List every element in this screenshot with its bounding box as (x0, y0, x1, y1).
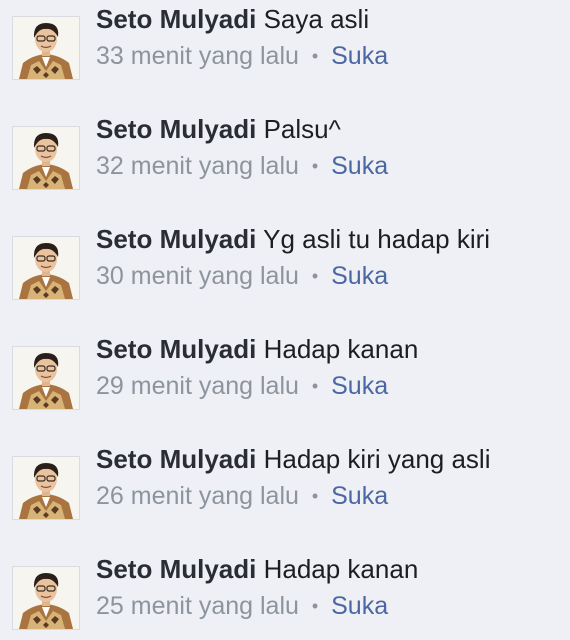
profile-photo-icon (13, 457, 79, 519)
comment-timestamp[interactable]: 25 menit yang lalu (96, 592, 299, 620)
comment-author-link[interactable]: Seto Mulyadi (96, 444, 256, 474)
comment-text-line: Seto Mulyadi Saya asli (96, 0, 562, 38)
comment-author-link[interactable]: Seto Mulyadi (96, 4, 256, 34)
comment-message: Hadap kiri yang asli (263, 444, 491, 474)
meta-separator: • (311, 376, 319, 396)
profile-photo-icon (13, 17, 79, 79)
comment-meta: 30 menit yang lalu • Suka (96, 259, 562, 293)
comment-body: Seto Mulyadi Yg asli tu hadap kiri 30 me… (96, 220, 562, 293)
comment-text-line: Seto Mulyadi Palsu^ (96, 110, 562, 148)
meta-separator: • (311, 266, 319, 286)
comment-message: Hadap kanan (263, 334, 419, 364)
avatar[interactable] (12, 126, 80, 190)
comment-author-link[interactable]: Seto Mulyadi (96, 334, 256, 364)
comment-item: Seto Mulyadi Palsu^ 32 menit yang lalu •… (0, 90, 570, 200)
comment-meta: 33 menit yang lalu • Suka (96, 39, 562, 73)
comment-author-link[interactable]: Seto Mulyadi (96, 224, 256, 254)
comment-item: Seto Mulyadi Saya asli 33 menit yang lal… (0, 0, 570, 90)
comment-meta: 29 menit yang lalu • Suka (96, 369, 562, 403)
comment-text-line: Seto Mulyadi Yg asli tu hadap kiri (96, 220, 562, 258)
comment-text-line: Seto Mulyadi Hadap kanan (96, 550, 562, 588)
comment-text-line: Seto Mulyadi Hadap kiri yang asli (96, 440, 562, 478)
meta-separator: • (311, 46, 319, 66)
comment-meta: 26 menit yang lalu • Suka (96, 479, 562, 513)
comment-meta: 32 menit yang lalu • Suka (96, 149, 562, 183)
meta-separator: • (311, 596, 319, 616)
comment-item: Seto Mulyadi Hadap kanan 25 menit yang l… (0, 530, 570, 640)
comment-message: Yg asli tu hadap kiri (263, 224, 491, 254)
avatar[interactable] (12, 456, 80, 520)
like-link[interactable]: Suka (331, 152, 388, 180)
like-link[interactable]: Suka (331, 592, 388, 620)
comment-meta: 25 menit yang lalu • Suka (96, 589, 562, 623)
comment-message: Saya asli (263, 4, 370, 34)
comment-body: Seto Mulyadi Hadap kiri yang asli 26 men… (96, 440, 562, 513)
comment-body: Seto Mulyadi Palsu^ 32 menit yang lalu •… (96, 110, 562, 183)
profile-photo-icon (13, 347, 79, 409)
avatar[interactable] (12, 236, 80, 300)
profile-photo-icon (13, 567, 79, 629)
meta-separator: • (311, 486, 319, 506)
avatar[interactable] (12, 346, 80, 410)
comment-item: Seto Mulyadi Hadap kiri yang asli 26 men… (0, 420, 570, 530)
comment-author-link[interactable]: Seto Mulyadi (96, 554, 256, 584)
comment-body: Seto Mulyadi Hadap kanan 29 menit yang l… (96, 330, 562, 403)
comment-message: Palsu^ (263, 114, 341, 144)
comment-text-line: Seto Mulyadi Hadap kanan (96, 330, 562, 368)
profile-photo-icon (13, 237, 79, 299)
comment-timestamp[interactable]: 26 menit yang lalu (96, 482, 299, 510)
comment-author-link[interactable]: Seto Mulyadi (96, 114, 256, 144)
meta-separator: • (311, 156, 319, 176)
like-link[interactable]: Suka (331, 372, 388, 400)
comment-body: Seto Mulyadi Hadap kanan 25 menit yang l… (96, 550, 562, 623)
like-link[interactable]: Suka (331, 482, 388, 510)
like-link[interactable]: Suka (331, 42, 388, 70)
like-link[interactable]: Suka (331, 262, 388, 290)
comment-item: Seto Mulyadi Hadap kanan 29 menit yang l… (0, 310, 570, 420)
comment-timestamp[interactable]: 33 menit yang lalu (96, 42, 299, 70)
avatar[interactable] (12, 566, 80, 630)
comment-body: Seto Mulyadi Saya asli 33 menit yang lal… (96, 0, 562, 73)
comment-timestamp[interactable]: 30 menit yang lalu (96, 262, 299, 290)
comment-item: Seto Mulyadi Yg asli tu hadap kiri 30 me… (0, 200, 570, 310)
comment-message: Hadap kanan (263, 554, 419, 584)
avatar[interactable] (12, 16, 80, 80)
comment-timestamp[interactable]: 29 menit yang lalu (96, 372, 299, 400)
profile-photo-icon (13, 127, 79, 189)
comment-timestamp[interactable]: 32 menit yang lalu (96, 152, 299, 180)
comment-list: Seto Mulyadi Saya asli 33 menit yang lal… (0, 0, 570, 640)
